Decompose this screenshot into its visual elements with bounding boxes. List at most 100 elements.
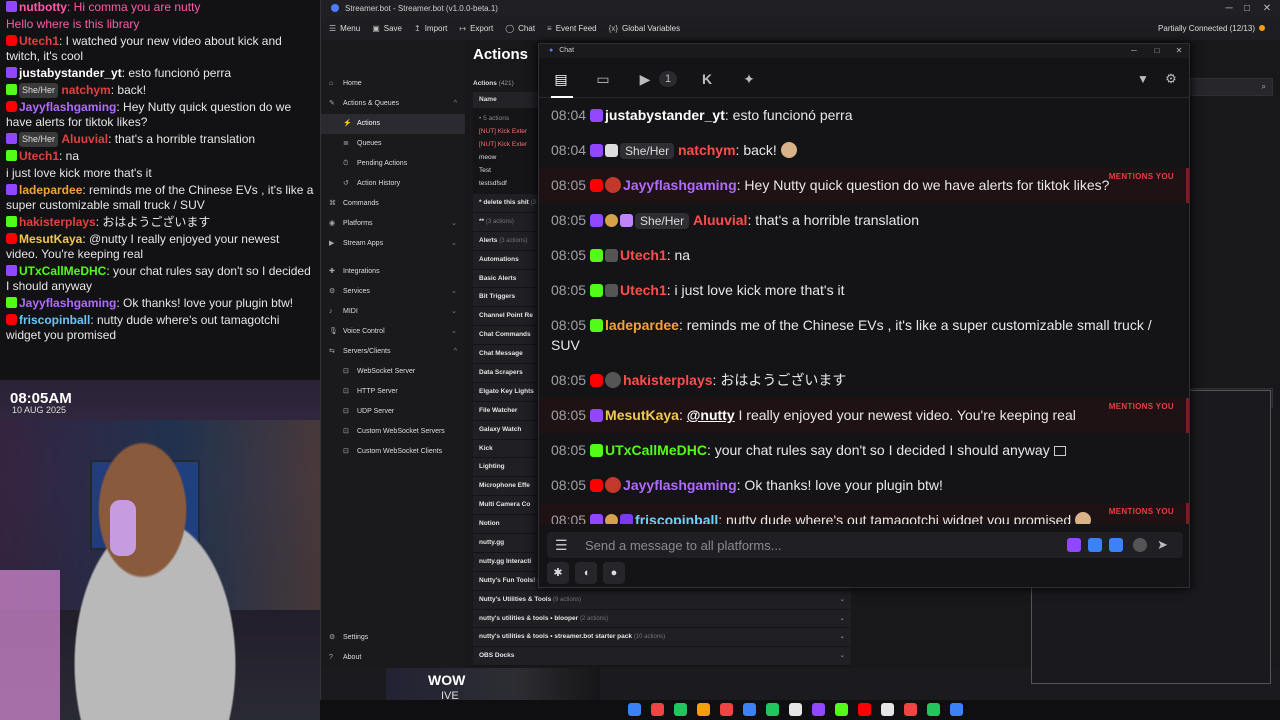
taskbar-app5-icon[interactable]: [950, 703, 963, 716]
chat-message[interactable]: 08:05 hakisterplays: おはようございます: [539, 363, 1189, 398]
send-twitch-toggle-icon[interactable]: [1067, 538, 1081, 552]
chat-badge-icon: [605, 249, 619, 262]
taskbar-chrome-icon[interactable]: [674, 703, 687, 716]
taskbar-browser-icon[interactable]: [697, 703, 710, 716]
menu-menu[interactable]: ☰ Menu: [329, 18, 360, 40]
chat-close-button[interactable]: ✕: [1168, 44, 1190, 58]
taskbar-kick-icon[interactable]: [835, 703, 848, 716]
chat-message[interactable]: 08:05 She/Her Aluuvial: that's a horrible…: [539, 203, 1189, 238]
taskbar-spotify-icon[interactable]: [766, 703, 779, 716]
menu-save[interactable]: ▣ Save: [372, 18, 402, 40]
sidebar-item-http-server[interactable]: ⊡ HTTP Server: [321, 382, 465, 402]
sidebar-item-pending-actions[interactable]: ⏱ Pending Actions: [321, 154, 465, 174]
action-group[interactable]: OBS Docks ⌄: [473, 647, 851, 667]
chat-minimize-button[interactable]: ─: [1123, 44, 1145, 58]
chat-message[interactable]: 08:04 She/Her natchym: back!: [539, 133, 1189, 168]
chat-message[interactable]: 08:04 justabystander_yt: esto funcionó pe…: [539, 98, 1189, 133]
taskbar-app-icon[interactable]: [789, 703, 802, 716]
sidebar-item-servers-clients[interactable]: ⇆ Servers/Clients ^: [321, 342, 465, 362]
chat-message[interactable]: MENTIONS YOU 08:05 friscopinball: nutty du…: [539, 503, 1189, 524]
username[interactable]: Utech1: [620, 282, 667, 298]
speech-bubble-icon[interactable]: ●: [603, 562, 625, 584]
tab-youtube-icon[interactable]: ▶: [633, 67, 657, 91]
platform-badge-icon: [6, 133, 17, 144]
chat-message[interactable]: MENTIONS YOU 08:05 MesutKaya: @nutty I rea…: [539, 398, 1189, 433]
taskbar-twitch-icon[interactable]: [812, 703, 825, 716]
username[interactable]: natchym: [678, 142, 736, 158]
menu-chat[interactable]: ◯ Chat: [505, 18, 535, 40]
taskbar-start-icon[interactable]: [628, 703, 641, 716]
tab-all-chat-icon[interactable]: ▤: [549, 67, 573, 91]
taskbar-app2-icon[interactable]: [881, 703, 894, 716]
chat-message[interactable]: 08:05 Jayyflashgaming: Ok thanks! love yo…: [539, 468, 1189, 503]
chat-message[interactable]: MENTIONS YOU 08:05 Jayyflashgaming: Hey Nu…: [539, 168, 1189, 203]
sidebar-item-actions-queues[interactable]: ✎ Actions & Queues ^: [321, 94, 465, 114]
chat-logo-icon: ●: [549, 47, 554, 54]
username[interactable]: friscopinball: [635, 512, 718, 524]
sidebar-item-queues[interactable]: ≣ Queues: [321, 134, 465, 154]
sidebar-item-midi[interactable]: ♪ MIDI ⌄: [321, 302, 465, 322]
sidebar-item-custom-websocket-clients[interactable]: ⊡ Custom WebSocket Clients: [321, 442, 465, 462]
sidebar-item-home[interactable]: ⌂ Home: [321, 74, 465, 94]
sidebar-item-services[interactable]: ⚙ Services ⌄: [321, 282, 465, 302]
sidebar-item-about[interactable]: ? About: [321, 648, 465, 668]
menu-global-variables[interactable]: {x} Global Variables: [609, 18, 680, 40]
filter-icon[interactable]: ▼: [1131, 67, 1155, 91]
sidebar-item-action-history[interactable]: ↺ Action History: [321, 174, 465, 194]
overlay-message-text: : back!: [110, 83, 147, 97]
username[interactable]: Aluuvial: [693, 212, 747, 228]
username[interactable]: MesutKaya: [605, 407, 679, 423]
send-icon[interactable]: ➤: [1157, 532, 1168, 558]
username[interactable]: ladepardee: [605, 317, 679, 333]
chat-maximize-button[interactable]: □: [1146, 44, 1168, 58]
tab-sparkle-icon[interactable]: ✦: [737, 67, 761, 91]
sidebar-item-custom-websocket-servers[interactable]: ⊡ Custom WebSocket Servers: [321, 422, 465, 442]
connection-status[interactable]: Partially Connected (12/13): [1158, 18, 1265, 40]
username[interactable]: UTxCallMeDHC: [605, 442, 707, 458]
username[interactable]: justabystander_yt: [605, 107, 725, 123]
taskbar-app4-icon[interactable]: [927, 703, 940, 716]
menu-export[interactable]: ↦ Export: [459, 18, 493, 40]
taskbar-obs-icon[interactable]: [720, 703, 733, 716]
input-menu-icon[interactable]: ☰: [555, 532, 568, 558]
party-icon[interactable]: ✱: [547, 562, 569, 584]
taskbar-edge-icon[interactable]: [651, 703, 664, 716]
mention-link[interactable]: @nutty: [687, 407, 735, 423]
chat-message[interactable]: 08:05 ladepardee: reminds me of the Chine…: [539, 308, 1189, 363]
sidebar-item-actions[interactable]: ⚡ Actions: [321, 114, 465, 134]
chat-message[interactable]: 08:05 Utech1: na: [539, 238, 1189, 273]
globe-icon[interactable]: [1133, 538, 1147, 552]
username[interactable]: Jayyflashgaming: [623, 177, 737, 193]
sidebar-actions-icon: ⚡: [343, 120, 352, 127]
close-button[interactable]: ✕: [1255, 0, 1279, 18]
chat-message[interactable]: 08:05 UTxCallMeDHC: your chat rules say d…: [539, 433, 1189, 468]
sidebar-item-udp-server[interactable]: ⊡ UDP Server: [321, 402, 465, 422]
chat-message[interactable]: 08:05 Utech1: i just love kick more that'…: [539, 273, 1189, 308]
tab-twitch-icon[interactable]: ▭: [591, 67, 615, 91]
sidebar-item-voice-control[interactable]: 🎙 Voice Control ⌄: [321, 322, 465, 342]
action-group[interactable]: nutty's utilities & tools • streamer.bot…: [473, 628, 851, 648]
action-group[interactable]: nutty's utilities & tools • blooper (2 a…: [473, 609, 851, 629]
message-time: 08:05: [551, 372, 587, 388]
settings-gear-icon[interactable]: ⚙: [1159, 67, 1183, 91]
sidebar-item-settings[interactable]: ⚙ Settings: [321, 628, 465, 648]
taskbar-youtube-icon[interactable]: [858, 703, 871, 716]
sidebar-item-integrations[interactable]: ✚ Integrations: [321, 262, 465, 282]
send-youtube-toggle-icon[interactable]: [1088, 538, 1102, 552]
menu-event-feed[interactable]: ≡ Event Feed: [547, 18, 597, 40]
taskbar-app3-icon[interactable]: [904, 703, 917, 716]
action-group[interactable]: Nutty's Utilities & Tools (9 actions) ⌄: [473, 590, 851, 610]
username[interactable]: Jayyflashgaming: [623, 477, 737, 493]
sidebar-item-commands[interactable]: ⌘ Commands: [321, 194, 465, 214]
menu-import[interactable]: ↥ Import: [414, 18, 447, 40]
chat-message-input[interactable]: [585, 535, 1055, 555]
taskbar-discord-icon[interactable]: [743, 703, 756, 716]
username[interactable]: hakisterplays: [623, 372, 713, 388]
sidebar-item-platforms[interactable]: ◉ Platforms ⌄: [321, 214, 465, 234]
username[interactable]: Utech1: [620, 247, 667, 263]
sidebar-item-websocket-server[interactable]: ⊡ WebSocket Server: [321, 362, 465, 382]
egg-icon[interactable]: ◖: [575, 562, 597, 584]
send-kick-toggle-icon[interactable]: [1109, 538, 1123, 552]
tab-kick-icon[interactable]: K: [695, 67, 719, 91]
sidebar-item-stream-apps[interactable]: ▶ Stream Apps ⌄: [321, 234, 465, 254]
